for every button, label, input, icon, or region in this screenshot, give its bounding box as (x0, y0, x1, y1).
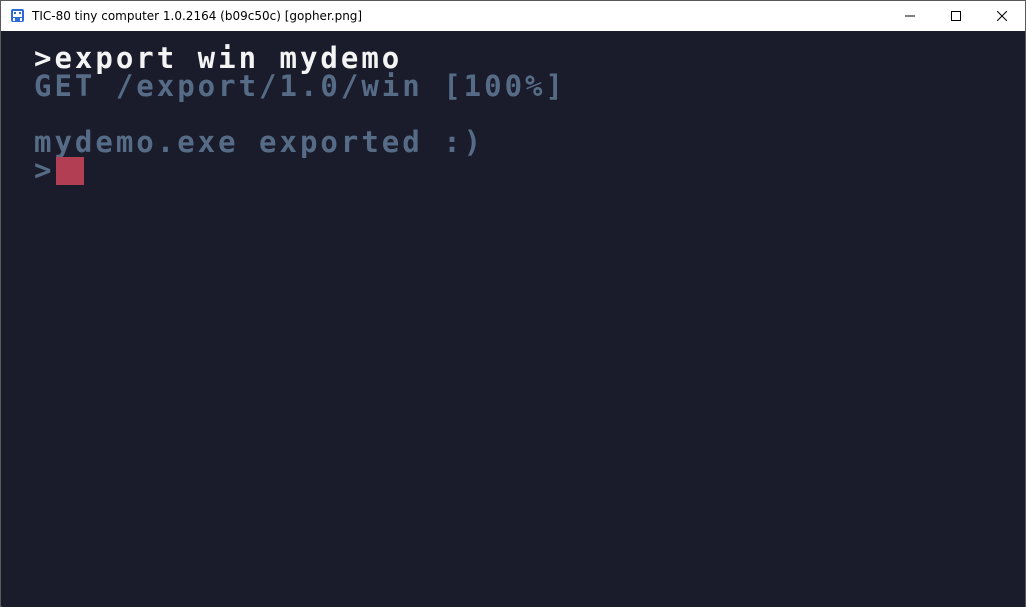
console-screen[interactable]: >export win mydemo GET /export/1.0/win [… (2, 32, 1025, 607)
close-button[interactable] (979, 1, 1025, 31)
minimize-button[interactable] (887, 1, 933, 31)
console-output-line: mydemo.exe exported :) (34, 125, 485, 159)
minimize-icon (905, 15, 915, 17)
console-prompt: > (34, 153, 55, 187)
text-cursor (56, 157, 84, 185)
close-icon (997, 11, 1007, 21)
title-bar[interactable]: TIC-80 tiny computer 1.0.2164 (b09c50c) … (1, 1, 1025, 31)
maximize-button[interactable] (933, 1, 979, 31)
console-output-line: GET /export/1.0/win [100%] (34, 69, 566, 103)
tic80-app-icon (11, 9, 24, 22)
console-command-line: >export win mydemo (34, 41, 403, 75)
window-title: TIC-80 tiny computer 1.0.2164 (b09c50c) … (32, 9, 363, 23)
maximize-icon (951, 11, 961, 21)
app-window: TIC-80 tiny computer 1.0.2164 (b09c50c) … (0, 0, 1026, 607)
